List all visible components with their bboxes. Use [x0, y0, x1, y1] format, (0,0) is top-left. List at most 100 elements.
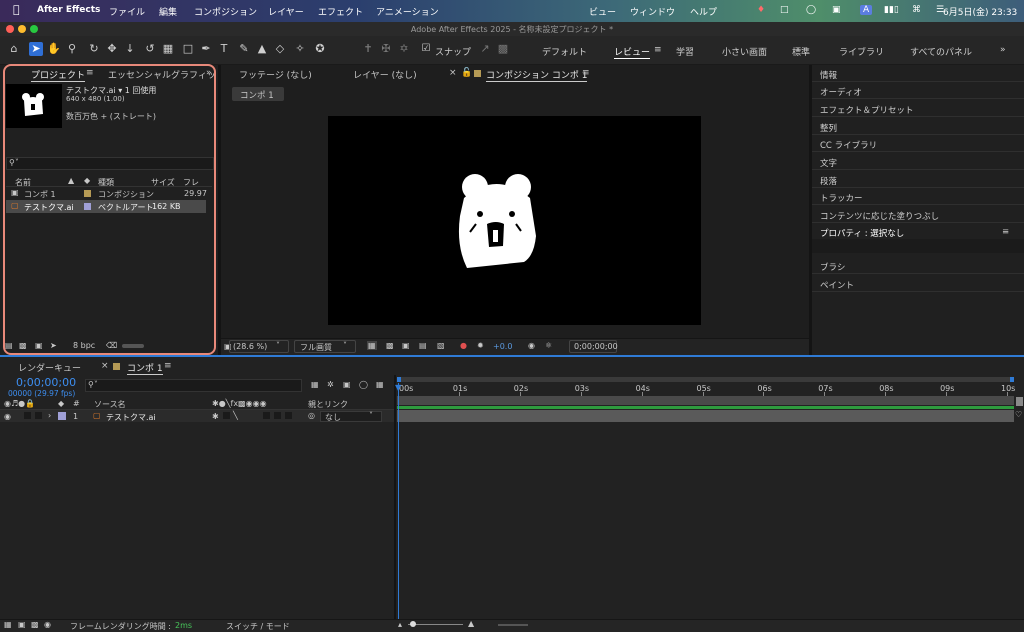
panel-audio[interactable]: オーディオ	[820, 86, 862, 98]
current-timecode[interactable]: 0;00;00;00	[16, 376, 76, 389]
close-tab-icon[interactable]: ×	[101, 361, 109, 371]
comp-chip[interactable]: コンポ 1	[232, 87, 284, 101]
motion-blur-toggle[interactable]	[263, 412, 270, 419]
selection-tool-icon[interactable]: ➤	[29, 42, 43, 56]
view-axis-icon[interactable]: ✡	[397, 42, 411, 56]
adjustment-toggle[interactable]	[274, 412, 281, 419]
tab-composition[interactable]: コンポジション コンポ 1	[486, 68, 588, 82]
layer-row[interactable]: ◉ › 1 ▢ テストクマ.ai ✱ ╲ ◎ なし ˅	[0, 410, 394, 422]
bear-artwork[interactable]	[328, 116, 701, 325]
panel-content-aware-fill[interactable]: コンテンツに応じた塗りつぶし	[820, 210, 939, 222]
rectangle-tool-icon[interactable]: □	[181, 42, 195, 56]
pick-whip-icon[interactable]: ◎	[308, 411, 315, 420]
display-icon[interactable]: ▣	[832, 5, 841, 15]
menu-animation[interactable]: アニメーション	[376, 5, 439, 18]
snap-checkbox[interactable]: ☑	[419, 42, 433, 56]
modes-toggle-icon[interactable]: ▣	[18, 620, 26, 629]
dolly-camera-icon[interactable]: ↓	[123, 42, 137, 56]
menu-help[interactable]: ヘルプ	[690, 5, 717, 18]
zoom-in-mountain-icon[interactable]: ▲	[468, 619, 474, 628]
menu-effect[interactable]: エフェクト	[318, 5, 363, 18]
panel-paint[interactable]: ペイント	[820, 279, 854, 291]
expand-chevron-icon[interactable]: ›	[48, 411, 51, 420]
playhead-line[interactable]	[398, 383, 399, 620]
show-snapshot-icon[interactable]: ⚛	[545, 341, 552, 350]
anchor-tool-icon[interactable]: ▦	[161, 42, 175, 56]
workspace-standard[interactable]: 標準	[792, 45, 810, 58]
cast-icon[interactable]: □	[780, 5, 789, 15]
world-axis-icon[interactable]: ✠	[379, 42, 393, 56]
region-of-interest-icon[interactable]: ▦	[367, 341, 377, 350]
shy-layers-icon[interactable]: ▣	[343, 380, 351, 389]
zoom-dropdown[interactable]: (28.6 %) ˅	[229, 340, 289, 353]
frame-blending-icon[interactable]: ◯	[359, 380, 368, 389]
transparency-grid-icon[interactable]: ▩	[386, 341, 394, 350]
menu-window[interactable]: ウィンドウ	[630, 5, 675, 18]
panel-paragraph[interactable]: 段落	[820, 175, 837, 187]
3d-layer-toggle[interactable]	[285, 412, 292, 419]
tab-footage[interactable]: フッテージ (なし)	[239, 68, 312, 81]
toggle-switches-modes[interactable]: スイッチ / モード	[226, 621, 290, 632]
workspace-all-panels[interactable]: すべてのパネル	[910, 45, 972, 58]
composition-canvas[interactable]	[328, 116, 701, 325]
pan-camera-icon[interactable]: ✥	[105, 42, 119, 56]
menu-file[interactable]: ファイル	[109, 5, 145, 18]
guide-options-icon[interactable]: ▤	[419, 341, 427, 350]
properties-menu-icon[interactable]: ≡	[1002, 227, 1009, 237]
puppet-tool-icon[interactable]: ✪	[313, 42, 327, 56]
workspace-menu-icon[interactable]: ≡	[654, 45, 662, 55]
battery-icon[interactable]: ▮▮▯	[884, 5, 899, 15]
rotate-tool-icon[interactable]: ↺	[143, 42, 157, 56]
draft-3d-icon[interactable]: ✲	[327, 380, 334, 389]
grid-icon[interactable]: ▧	[437, 341, 445, 350]
panel-effects-presets[interactable]: エフェクト＆プリセット	[820, 104, 914, 116]
timeline-scrollbar[interactable]	[498, 624, 528, 626]
workspace-learn[interactable]: 学習	[676, 45, 694, 58]
visibility-eye-icon[interactable]: ◉	[4, 412, 11, 421]
quality-toggle[interactable]	[223, 412, 230, 419]
work-area-start[interactable]	[397, 377, 401, 382]
column-parent-link[interactable]: 親とリンク	[308, 399, 348, 410]
parent-dropdown[interactable]: なし ˅	[320, 411, 382, 422]
app-menu[interactable]: After Effects	[37, 5, 100, 15]
input-source-icon[interactable]: A	[860, 5, 873, 15]
column-source-name[interactable]: ソース名	[94, 399, 126, 410]
zoom-slider[interactable]	[408, 621, 463, 627]
graph-editor-icon[interactable]: ▦	[376, 380, 384, 389]
comp-end-marker[interactable]	[1016, 397, 1023, 406]
workspace-libraries[interactable]: ライブラリ	[839, 45, 884, 58]
work-area-bar[interactable]	[397, 377, 1014, 382]
viewer-timecode[interactable]: 0;00;00;00	[569, 340, 618, 353]
zoom-slider-thumb[interactable]	[410, 621, 416, 627]
clone-stamp-icon[interactable]: ▲	[255, 42, 269, 56]
panel-align[interactable]: 整列	[820, 122, 837, 134]
local-axis-icon[interactable]: ✝	[361, 42, 375, 56]
menu-composition[interactable]: コンポジション	[194, 5, 257, 18]
work-area-range[interactable]	[397, 396, 1014, 405]
mask-visibility-icon[interactable]: ▣	[402, 341, 410, 350]
snap-grid-icon[interactable]: ▩	[496, 42, 510, 56]
zoom-tool-icon[interactable]: ⚲	[65, 42, 79, 56]
panel-info[interactable]: 情報	[820, 69, 837, 81]
timeline-menu-icon[interactable]: ≡	[164, 361, 172, 371]
apple-icon[interactable]: 	[13, 3, 20, 16]
hand-tool-icon[interactable]: ✋	[47, 42, 61, 56]
pen-tool-icon[interactable]: ✒	[199, 42, 213, 56]
av-features-icon[interactable]: ◉♬●🔒	[4, 399, 35, 408]
audio-toggle[interactable]	[24, 412, 31, 419]
snap-option-icon[interactable]: ↗	[478, 42, 492, 56]
eraser-tool-icon[interactable]: ◇	[273, 42, 287, 56]
brush-tool-icon[interactable]: ✎	[237, 42, 251, 56]
workspace-default[interactable]: デフォルト	[542, 45, 587, 58]
viewer-menu-icon[interactable]: ≡	[582, 68, 590, 78]
channel-icon[interactable]: ●	[460, 341, 467, 350]
exposure-value[interactable]: +0.0	[493, 342, 512, 351]
orbit-camera-icon[interactable]: ↻	[87, 42, 101, 56]
layer-switches-toggle-icon[interactable]: ▦	[4, 620, 12, 629]
collapse-transform-icon[interactable]: ✱	[212, 412, 219, 421]
comp-flowchart-icon[interactable]: ▦	[311, 380, 319, 389]
tab-layer[interactable]: レイヤー (なし)	[353, 68, 417, 81]
tab-timeline-comp[interactable]: コンポ 1	[127, 361, 163, 375]
layer-duration-bar[interactable]	[397, 410, 1014, 422]
panel-cc-libraries[interactable]: CC ライブラリ	[820, 139, 877, 151]
